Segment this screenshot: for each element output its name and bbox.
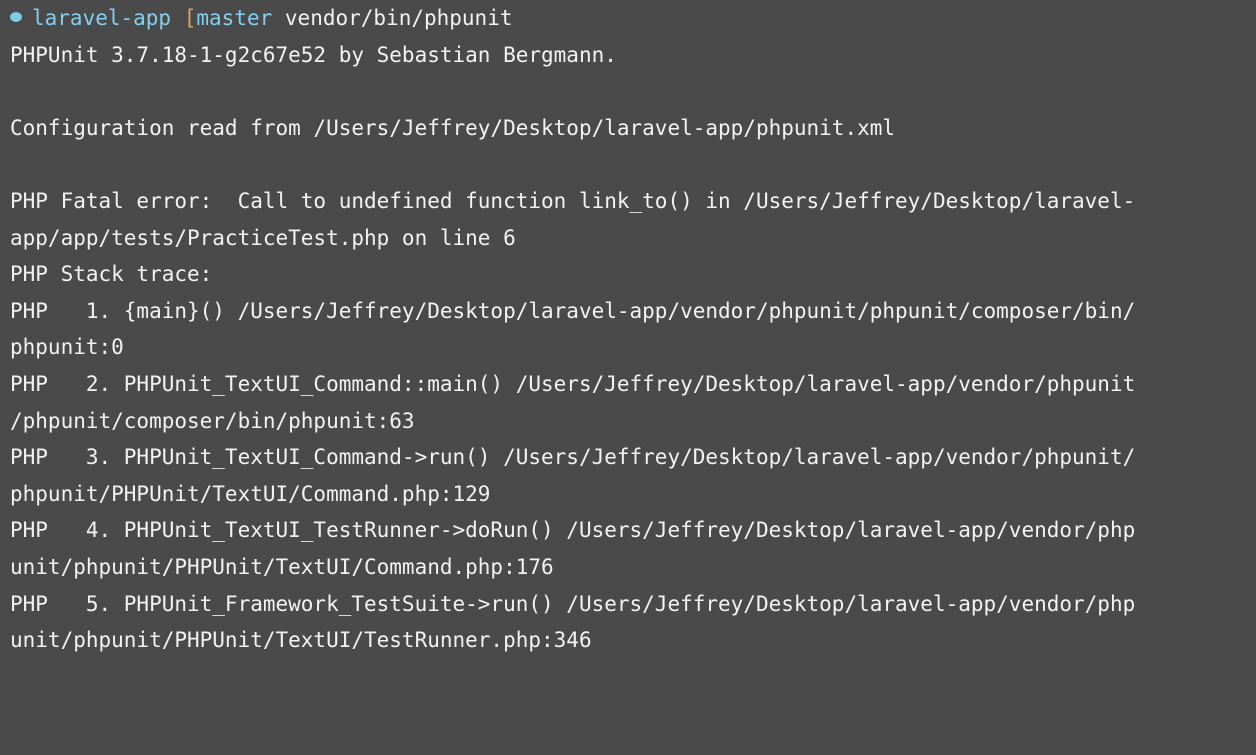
output-line-config: Configuration read from /Users/Jeffrey/D… xyxy=(10,115,896,140)
output-line-trace-2: PHP 2. PHPUnit_TextUI_Command::main() /U… xyxy=(10,371,1136,396)
prompt-branch: master xyxy=(196,6,273,30)
output-line-fatal-error: PHP Fatal error: Call to undefined funct… xyxy=(10,188,1136,213)
prompt-directory: laravel-app xyxy=(32,6,172,30)
output-line-trace-5-cont: unit/phpunit/PHPUnit/TextUI/TestRunner.p… xyxy=(10,628,592,653)
prompt-command: vendor/bin/phpunit xyxy=(284,6,513,30)
output-line-trace-3: PHP 3. PHPUnit_TextUI_Command->run() /Us… xyxy=(10,445,1136,470)
terminal-window[interactable]: laravel-app [master vendor/bin/phpunit P… xyxy=(0,0,1256,755)
prompt-branch-bracket: [ xyxy=(183,6,197,30)
prompt-dot-icon xyxy=(10,12,22,22)
output-line-trace-3-cont: phpunit/PHPUnit/TextUI/Command.php:129 xyxy=(10,481,491,506)
output-line-version: PHPUnit 3.7.18-1-g2c67e52 by Sebastian B… xyxy=(10,42,617,67)
prompt-line: laravel-app [master vendor/bin/phpunit xyxy=(10,0,1256,37)
output-line-stack-trace-header: PHP Stack trace: xyxy=(10,262,213,287)
output-line-trace-1: PHP 1. {main}() /Users/Jeffrey/Desktop/l… xyxy=(10,298,1136,323)
output-line-trace-1-cont: phpunit:0 xyxy=(10,335,124,360)
output-line-trace-5: PHP 5. PHPUnit_Framework_TestSuite->run(… xyxy=(10,591,1136,616)
terminal-output: laravel-app [master vendor/bin/phpunit P… xyxy=(10,0,1256,659)
output-line-trace-4-cont: unit/phpunit/PHPUnit/TextUI/Command.php:… xyxy=(10,554,554,579)
output-line-fatal-error-cont: app/app/tests/PracticeTest.php on line 6 xyxy=(10,225,516,250)
output-line-trace-2-cont: /phpunit/composer/bin/phpunit:63 xyxy=(10,408,415,433)
output-line-trace-4: PHP 4. PHPUnit_TextUI_TestRunner->doRun(… xyxy=(10,518,1136,543)
